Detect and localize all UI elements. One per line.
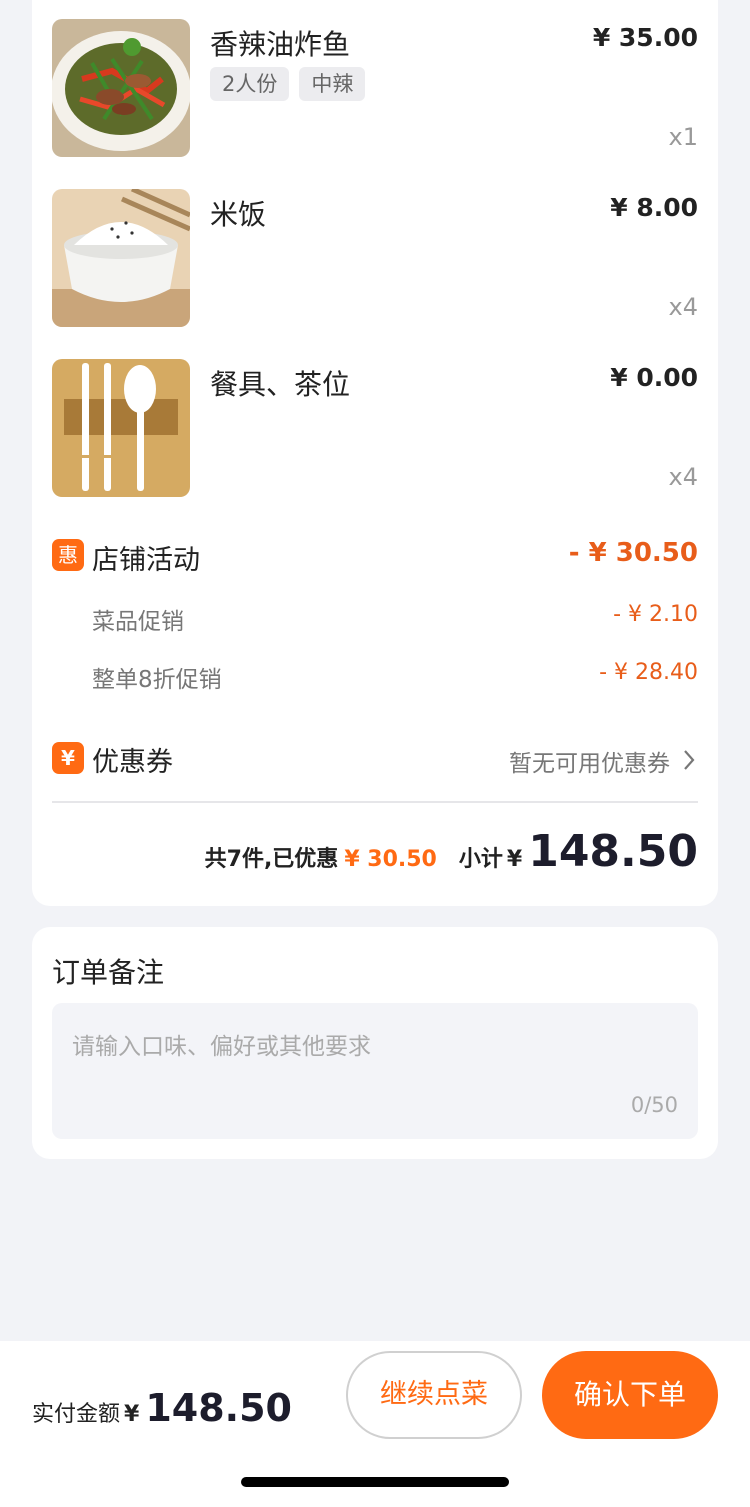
payable-amount: 148.50 — [145, 1386, 292, 1430]
divider — [52, 801, 698, 803]
summary-count: 共7件,已优惠 — [204, 847, 339, 872]
item-price: ¥ 0.00 — [610, 363, 698, 392]
subtotal-label: 小计 — [458, 847, 503, 872]
order-item[interactable]: 米饭 ¥ 8.00 x4 — [52, 189, 698, 327]
remark-char-counter: 0/50 — [630, 1093, 678, 1117]
bottom-action-bar: 实付金额 ¥ 148.50 继续点菜 确认下单 — [0, 1341, 750, 1507]
continue-ordering-button[interactable]: 继续点菜 — [346, 1351, 522, 1439]
order-summary: 共7件,已优惠 ¥ 30.50 小计 ¥ 148.50 — [205, 826, 698, 877]
payable-total: 实付金额 ¥ 148.50 — [32, 1386, 292, 1430]
remark-input[interactable]: 请输入口味、偏好或其他要求 0/50 — [52, 1003, 698, 1139]
store-activity-amount: - ¥ 30.50 — [568, 538, 698, 568]
item-name: 餐具、茶位 — [210, 368, 351, 401]
item-price: ¥ 8.00 — [610, 193, 698, 222]
remark-placeholder: 请输入口味、偏好或其他要求 — [72, 1034, 371, 1060]
item-quantity: x1 — [668, 123, 698, 151]
promo-detail-label: 菜品促销 — [92, 609, 184, 635]
item-tag: 中辣 — [299, 67, 366, 101]
coupon-row[interactable]: ¥ 优惠券 暂无可用优惠券 — [52, 730, 698, 786]
promo-detail-amount: - ¥ 2.10 — [613, 602, 698, 627]
subtotal-amount: 148.50 — [528, 826, 698, 877]
discount-icon: 惠 — [52, 539, 84, 571]
item-name: 米饭 — [210, 198, 267, 231]
coupon-label: 优惠券 — [92, 747, 173, 778]
dish-image-fish — [52, 19, 190, 157]
order-item[interactable]: 香辣油炸鱼 2人份 中辣 ¥ 35.00 x1 — [52, 19, 698, 157]
order-item[interactable]: 餐具、茶位 ¥ 0.00 x4 — [52, 359, 698, 497]
remark-title: 订单备注 — [52, 956, 165, 989]
dish-image-rice — [52, 189, 190, 327]
store-activity-label: 店铺活动 — [92, 545, 200, 576]
confirm-order-button[interactable]: 确认下单 — [542, 1351, 718, 1439]
coupon-status: 暂无可用优惠券 — [509, 751, 670, 777]
promo-detail-amount: - ¥ 28.40 — [599, 660, 698, 685]
payable-label: 实付金额 — [32, 1402, 121, 1427]
subtotal-currency: ¥ — [506, 847, 523, 872]
order-remark-card: 订单备注 请输入口味、偏好或其他要求 0/50 — [32, 927, 718, 1159]
coupon-icon: ¥ — [52, 742, 84, 774]
item-price: ¥ 35.00 — [592, 23, 698, 52]
item-quantity: x4 — [668, 463, 698, 491]
item-tags: 2人份 中辣 — [210, 67, 366, 101]
payable-currency: ¥ — [124, 1402, 140, 1427]
item-quantity: x4 — [668, 293, 698, 321]
home-indicator[interactable] — [241, 1477, 509, 1487]
utensils-icon — [52, 359, 190, 497]
item-name: 香辣油炸鱼 — [210, 28, 351, 61]
item-tag: 2人份 — [210, 67, 290, 101]
promo-detail-label: 整单8折促销 — [92, 667, 222, 693]
summary-discount: ¥ 30.50 — [344, 847, 437, 872]
chevron-right-icon — [684, 750, 695, 770]
